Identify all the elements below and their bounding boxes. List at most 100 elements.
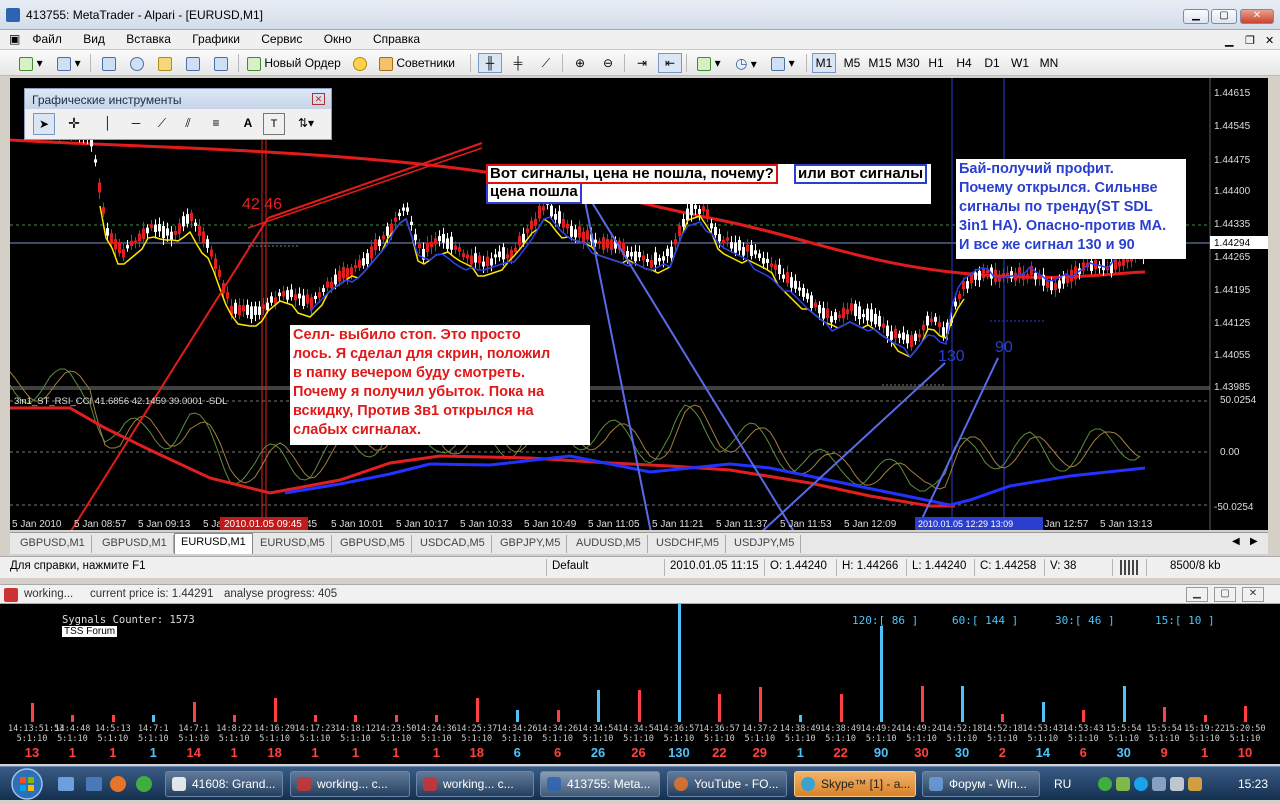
zoom-in-button[interactable]: ⊕ [568,53,592,73]
terminal-button[interactable] [182,53,204,73]
tab-gbpusd-m1[interactable]: GBPUSD,M1 [14,535,92,553]
zoom-out-button[interactable]: ⊖ [596,53,620,73]
quicklaunch-firefox-icon[interactable] [110,776,126,792]
tab-eurusd-m1[interactable]: EURUSD,M1 [174,533,253,554]
candle-body [142,228,145,239]
arrows-tool-icon[interactable]: ⇅▾ [291,113,321,135]
tab-scroll-left-icon[interactable]: ◀ [1232,536,1240,547]
drawing-tools-close-button[interactable]: ✕ [312,93,325,105]
crosshair-tool-icon[interactable]: ✛ [63,113,85,135]
bar-chart-button[interactable]: ╫ [478,53,502,73]
market-watch-button[interactable] [98,53,120,73]
task-skype[interactable]: Skype™ [1] - a... [794,771,916,797]
market-watch-icon [102,56,116,71]
line-chart-button[interactable]: ⟋ [534,53,558,73]
cursor-tool-icon[interactable]: ➤ [33,113,55,135]
menu-file[interactable]: Файл [23,30,71,48]
panel-minimize-icon[interactable]: ▁ [1186,587,1208,602]
task-working-2[interactable]: working... c... [416,771,534,797]
new-chart-button[interactable]: ▾ [14,53,48,73]
navigator-icon [130,56,144,71]
channel-tool-icon[interactable]: ⫽ [177,113,199,135]
start-button[interactable] [6,767,48,801]
mdi-close-icon[interactable]: ✕ [1256,32,1280,49]
tab-usdjpy-m5[interactable]: USDJPY,M5 [728,535,802,553]
candle-body [726,237,729,241]
language-indicator[interactable]: RU [1054,777,1071,791]
quicklaunch-icq-icon[interactable] [136,776,152,792]
chart-canvas[interactable]: 1.44615 1.44545 1.44475 1.44400 1.44335 1.442… [10,78,1268,530]
autoscroll-button[interactable]: ⇥ [630,53,654,73]
tab-gbpusd-m1[interactable]: GBPUSD,M1 [96,535,174,553]
periods-button[interactable]: ◷ ▾ [730,53,762,73]
timeframe-m1[interactable]: M1 [812,53,836,73]
tab-usdcad-m5[interactable]: USDCAD,M5 [414,535,492,553]
task-forum[interactable]: Форум - Win... [922,771,1040,797]
tester-button[interactable] [210,53,232,73]
timeframe-h1[interactable]: H1 [924,53,948,73]
tray-network-icon[interactable] [1152,777,1166,791]
tray-skype-icon[interactable] [1134,777,1148,791]
status-divider [1146,559,1147,576]
tray-icq-icon[interactable] [1098,777,1112,791]
timeframe-mn[interactable]: MN [1036,53,1062,73]
task-grand[interactable]: 41608: Grand... [165,771,283,797]
profiles-button[interactable]: ▾ [52,53,86,73]
navigator-button[interactable] [126,53,148,73]
timeframe-w1[interactable]: W1 [1008,53,1032,73]
tab-audusd-m5[interactable]: AUDUSD,M5 [570,535,648,553]
tab-usdchf-m5[interactable]: USDCHF,M5 [650,535,726,553]
maximize-button[interactable]: ▢ [1211,9,1237,24]
task-working-label: working... c... [443,777,514,791]
candle-body [442,233,445,243]
task-metatrader[interactable]: 413755: Meta... [540,771,660,797]
new-order-button[interactable]: Новый Ордер [244,53,348,73]
menu-charts[interactable]: Графики [183,30,249,48]
chart-shift-button[interactable]: ⇤ [658,53,682,73]
fibonacci-tool-icon[interactable]: ≡ [205,113,227,135]
tab-eurusd-m5[interactable]: EURUSD,M5 [254,535,332,553]
task-working-1[interactable]: working... c... [290,771,410,797]
menu-window[interactable]: Окно [315,30,361,48]
vertical-line-tool-icon[interactable]: │ [97,113,119,135]
price-chart[interactable]: 1.44615 1.44545 1.44475 1.44400 1.44335 1.442… [10,78,1268,530]
drawing-tools-window[interactable]: Графические инструменты ✕ ➤ ✛ │ ─ ⟋ ⫽ ≡ … [24,88,332,140]
menu-insert[interactable]: Вставка [117,30,180,48]
tray-app-icon[interactable] [1116,777,1130,791]
templates-button[interactable]: ▾ [766,53,800,73]
panel-maximize-icon[interactable]: ▢ [1214,587,1236,602]
menu-tools[interactable]: Сервис [252,30,311,48]
candle-body [506,254,509,259]
tray-flag-icon[interactable] [1188,777,1202,791]
indicators-button[interactable]: ▾ [692,53,726,73]
metaeditor-button[interactable] [350,53,370,73]
task-working-label: working... c... [317,777,388,791]
timeframe-h4[interactable]: H4 [952,53,976,73]
advisors-button[interactable]: Советники [376,53,464,73]
menu-help[interactable]: Справка [364,30,429,48]
tray-volume-icon[interactable] [1170,777,1184,791]
candle-chart-button[interactable]: ╪ [506,53,530,73]
trendline-tool-icon[interactable]: ⟋ [151,113,173,135]
tab-gbpjpy-m5[interactable]: GBPJPY,M5 [494,535,568,553]
task-youtube[interactable]: YouTube - FO... [667,771,787,797]
timeframe-m15[interactable]: M15 [866,53,894,73]
text-tool-icon[interactable]: A [237,113,259,135]
folder-button[interactable] [154,53,176,73]
timeframe-d1[interactable]: D1 [980,53,1004,73]
minimize-button[interactable]: ▁ [1183,9,1209,24]
tab-scroll-right-icon[interactable]: ▶ [1250,536,1258,547]
timeframe-m5[interactable]: M5 [840,53,864,73]
timeframe-m30[interactable]: M30 [894,53,922,73]
horizontal-line-tool-icon[interactable]: ─ [125,113,147,135]
histogram-bar [233,715,237,722]
panel-close-icon[interactable]: ✕ [1242,587,1264,602]
toolbar-separator [238,54,239,72]
close-button[interactable]: ✕ [1240,9,1274,24]
quicklaunch-ie-icon[interactable] [58,777,74,791]
quicklaunch-desktop-icon[interactable] [86,777,102,791]
tab-gbpusd-m5[interactable]: GBPUSD,M5 [334,535,412,553]
text-label-tool-icon[interactable]: T [263,113,285,135]
menu-view[interactable]: Вид [74,30,114,48]
advisors-icon [379,56,393,71]
